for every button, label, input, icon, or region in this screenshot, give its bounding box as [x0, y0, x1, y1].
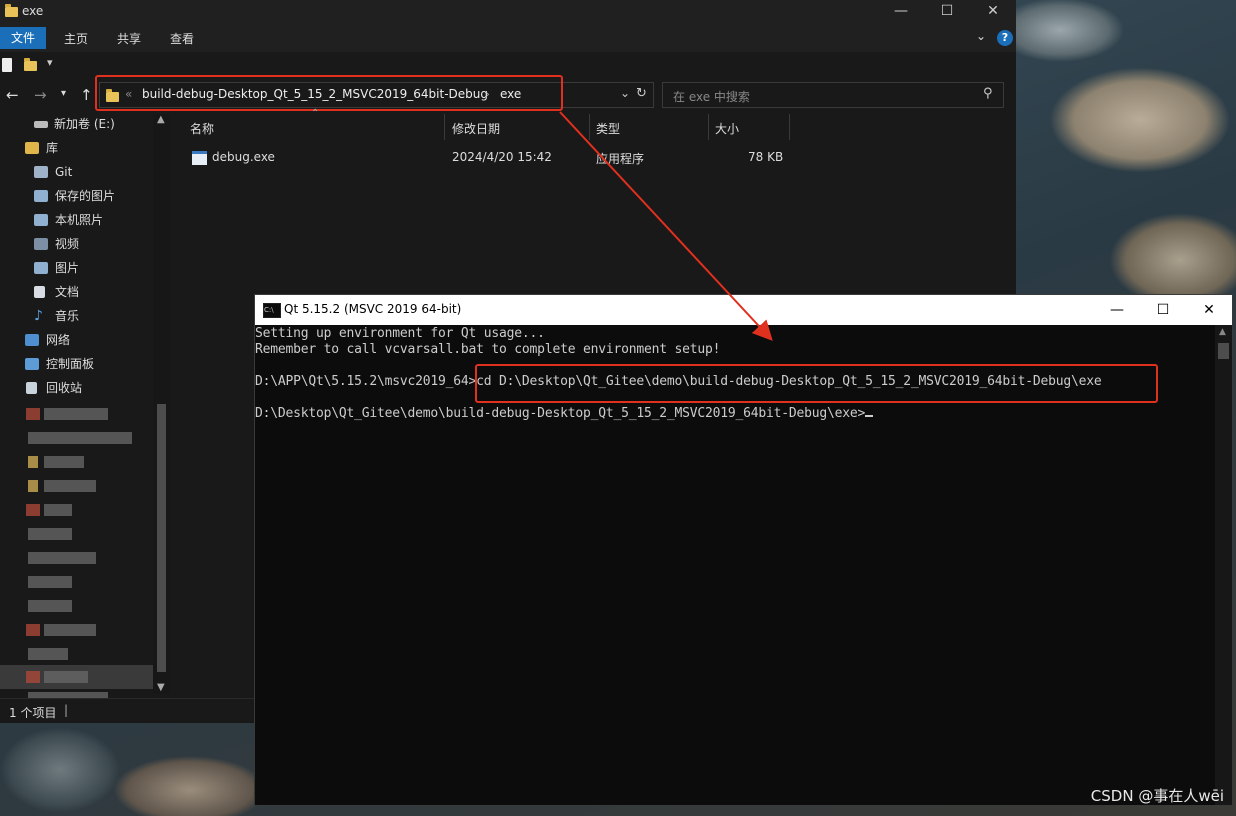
column-divider[interactable]	[708, 114, 709, 140]
file-modified: 2024/4/20 15:42	[452, 150, 552, 164]
console-app-icon: C:\	[263, 303, 281, 318]
recycle-bin-icon	[26, 382, 37, 394]
column-divider[interactable]	[789, 114, 790, 140]
console-prompt-text: D:\Desktop\Qt_Gitee\demo\build-debug-Des…	[255, 406, 866, 421]
console-title: Qt 5.15.2 (MSVC 2019 64-bit)	[284, 302, 462, 316]
sidebar-item-label: Git	[55, 165, 73, 179]
sidebar-item-label: 控制面板	[46, 357, 95, 371]
tab-view[interactable]: 查看	[170, 29, 194, 49]
console-minimize-button[interactable]: —	[1094, 295, 1140, 325]
drive-icon	[34, 121, 48, 128]
search-box[interactable]: 在 exe 中搜索 ⚲	[662, 82, 1004, 108]
search-icon[interactable]: ⚲	[983, 86, 993, 101]
exe-file-icon	[192, 151, 207, 165]
console-titlebar: C:\ Qt 5.15.2 (MSVC 2019 64-bit) — ☐ ✕	[255, 295, 1232, 325]
sidebar-item-label: 图片	[55, 261, 80, 275]
console-scrollbar[interactable]: ▲	[1215, 325, 1232, 805]
navigation-pane-scrollbar[interactable]: ▲ ▼	[153, 114, 170, 694]
ribbon-expand-icon[interactable]: ⌄	[976, 29, 986, 43]
file-row[interactable]: debug.exe 2024/4/20 15:42 应用程序 78 KB	[190, 146, 1010, 168]
sidebar-item-label: 回收站	[46, 381, 83, 395]
maximize-button[interactable]: ☐	[924, 0, 970, 24]
console-line: Remember to call vcvarsall.bat to comple…	[255, 342, 721, 357]
address-highlight-box	[95, 75, 563, 111]
up-arrow-icon[interactable]: ↑	[80, 86, 93, 104]
scroll-down-icon[interactable]: ▼	[157, 682, 165, 693]
scrollbar-thumb[interactable]	[157, 404, 166, 672]
refresh-icon[interactable]: ↻	[636, 86, 647, 101]
customize-toolbar-icon[interactable]: ▾	[47, 56, 53, 69]
sidebar-item-label: 视频	[55, 237, 80, 251]
document-icon	[34, 286, 45, 298]
tab-share[interactable]: 共享	[117, 29, 141, 49]
network-icon	[25, 334, 39, 346]
scroll-up-icon[interactable]: ▲	[1219, 327, 1226, 337]
window-title: exe	[22, 4, 44, 18]
recent-locations-chevron-icon[interactable]: ▾	[61, 88, 66, 99]
column-header-modified[interactable]: 修改日期	[452, 120, 500, 137]
explorer-titlebar: exe — ☐ ✕	[0, 0, 1016, 24]
sidebar-item-label: 新加卷 (E:)	[54, 117, 115, 131]
help-icon[interactable]: ?	[997, 30, 1013, 46]
folder-icon	[5, 4, 18, 17]
sidebar-item-label: 保存的图片	[55, 189, 116, 203]
console-prompt[interactable]: D:\Desktop\Qt_Gitee\demo\build-debug-Des…	[255, 406, 874, 421]
tab-file[interactable]: 文件	[0, 27, 46, 49]
column-header-size[interactable]: 大小	[715, 120, 739, 137]
control-panel-icon	[25, 358, 39, 370]
close-button[interactable]: ✕	[970, 0, 1016, 24]
console-cursor	[865, 415, 874, 417]
column-header-name[interactable]: 名称	[190, 120, 214, 137]
status-divider: |	[64, 703, 69, 717]
scroll-up-icon[interactable]: ▲	[157, 114, 165, 125]
sidebar-item-label: 文档	[55, 285, 80, 299]
console-close-button[interactable]: ✕	[1186, 295, 1232, 325]
sidebar-item-label: 本机照片	[55, 213, 104, 227]
pictures-icon	[34, 262, 48, 274]
sort-indicator-icon: ⌃	[311, 108, 320, 119]
new-folder-icon[interactable]	[24, 58, 37, 71]
watermark: CSDN @事在人wēi	[1090, 787, 1224, 805]
git-icon	[34, 166, 48, 178]
file-name: debug.exe	[212, 150, 275, 164]
video-icon	[34, 238, 48, 250]
sidebar-item-label: 网络	[46, 333, 71, 347]
pictures-icon	[34, 214, 48, 226]
item-count: 1 个项目	[9, 706, 57, 720]
forward-arrow-icon[interactable]: →	[34, 86, 47, 104]
console-maximize-button[interactable]: ☐	[1140, 295, 1186, 325]
tab-home[interactable]: 主页	[64, 29, 88, 49]
pictures-icon	[34, 190, 48, 202]
console-line: Setting up environment for Qt usage...	[255, 326, 545, 341]
column-header-type[interactable]: 类型	[596, 120, 620, 137]
ribbon-tabs: 文件 主页 共享 查看 ⌄ ?	[0, 24, 1016, 52]
library-icon	[25, 142, 39, 154]
scrollbar-thumb[interactable]	[1218, 343, 1229, 359]
sidebar-item-label: 库	[46, 141, 59, 155]
properties-icon[interactable]	[2, 58, 12, 72]
command-highlight-box	[475, 364, 1158, 403]
search-placeholder: 在 exe 中搜索	[673, 90, 750, 104]
sidebar-item-label: 音乐	[55, 309, 80, 323]
column-divider[interactable]	[444, 114, 445, 140]
file-size: 78 KB	[748, 150, 784, 164]
file-type: 应用程序	[596, 152, 645, 166]
navigation-pane: 新加卷 (E:) 库 Git 保存的图片 本机照片 视频 图片 文档 ♪ 音乐 …	[0, 112, 172, 698]
minimize-button[interactable]: —	[878, 0, 924, 24]
address-dropdown-icon[interactable]: ⌄	[620, 86, 630, 100]
music-icon: ♪	[34, 308, 43, 324]
back-arrow-icon[interactable]: ←	[6, 86, 19, 104]
column-divider[interactable]	[589, 114, 590, 140]
